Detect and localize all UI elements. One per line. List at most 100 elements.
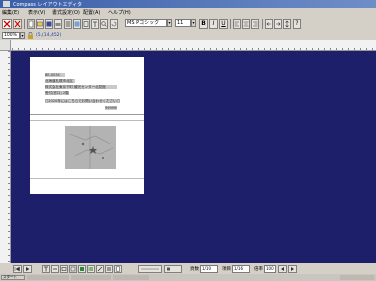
page-tool-button[interactable] [114,265,122,273]
grid-icon [65,21,71,27]
bold-button[interactable]: B [199,19,208,29]
item-field[interactable]: 1/16 [232,265,250,273]
window-title: Compass レイアウトエディタ [13,2,83,8]
align-left-icon [234,21,239,27]
zoom-button[interactable] [100,19,108,29]
text-button[interactable] [91,19,99,29]
barcode-tool-button[interactable] [87,265,95,273]
arrow-left-icon [281,267,284,271]
system-tray [340,275,374,280]
zoom-label: 倍率 [254,267,263,272]
doc-text-line[interactable]: 受付(窓口) 2階 [45,91,69,95]
new-button[interactable] [27,19,35,29]
table-button[interactable] [64,19,72,29]
page-field[interactable]: 1/10 [200,265,218,273]
font-name-select[interactable]: MS Pゴシック [125,19,167,27]
map-image[interactable] [65,126,116,169]
secondary-toolbar: 100% ▾ (5,(14,452) [0,31,376,40]
rotate-button[interactable] [110,19,118,29]
lock-icon [27,32,34,39]
doc-text-line[interactable]: 9999999 [105,106,117,110]
apply-icon [167,267,170,271]
grid-icon [107,267,111,271]
align-right-icon [253,21,258,27]
font-dropdown-arrow[interactable]: ▾ [167,19,172,27]
first-page-button[interactable] [13,265,22,273]
indent-button[interactable] [265,19,273,29]
line-spacing-button[interactable] [283,19,291,29]
new-doc-icon [28,20,34,28]
menu-help[interactable]: ヘルプ(H) [108,9,131,16]
arrow-right-icon [276,22,281,26]
page-icon [116,266,120,272]
text-tool-button[interactable] [42,265,50,273]
page-divider [30,114,144,115]
doc-text-line[interactable]: 北海道札幌市北区 [45,79,75,83]
doc-text-line[interactable]: 株式会社東京下町 観光センター北見館 [45,85,117,89]
prev-button[interactable] [278,265,287,273]
image-button[interactable] [73,19,81,29]
barcode-icon [88,267,93,271]
close-doc-button[interactable] [2,19,12,29]
text-icon [93,21,97,27]
first-page-icon [14,266,20,272]
taskbar-item[interactable] [27,275,69,280]
align-center-icon [243,21,249,27]
folder-icon [37,21,43,27]
menu-view[interactable]: 表示(V) [28,9,45,16]
close-icon [3,20,11,28]
size-dropdown-arrow[interactable]: ▾ [191,19,196,27]
zoom-input[interactable]: 100% [2,32,20,39]
start-button[interactable]: スタート [1,275,25,280]
taskbar-item[interactable] [71,275,111,280]
frame-icon [70,266,76,272]
play-icon [26,267,30,271]
menu-bar: 編集(E) 表示(V) 書式設定(O) 配置(A) ヘルプ(H) [0,8,376,16]
option-button[interactable] [138,265,162,273]
arrow-right-icon [291,267,294,271]
next-button[interactable] [288,265,297,273]
frame-tool-button[interactable] [69,265,77,273]
coordinate-readout: (5,(14,452) [36,33,62,38]
italic-button[interactable]: I [209,19,218,29]
option-icon [141,268,159,270]
menu-edit[interactable]: 編集(E) [2,9,19,16]
open-button[interactable] [36,19,44,29]
help-button[interactable]: ? [293,19,301,29]
printer-icon [55,23,61,26]
align-right-button[interactable] [251,19,259,29]
vertical-ruler[interactable] [0,51,11,263]
draw-tool-button[interactable] [96,265,104,273]
cut-button[interactable] [13,19,22,29]
line-tool-button[interactable] [51,265,59,273]
zoom-field[interactable]: 100 [264,265,276,273]
image-tool-button[interactable] [78,265,86,273]
app-icon [3,1,10,7]
apply-button[interactable] [164,265,182,273]
frame-icon [83,21,89,27]
horizontal-ruler[interactable] [0,40,376,51]
rect-tool-button[interactable] [60,265,68,273]
underline-button[interactable]: U [219,19,228,29]
zoom-dropdown-arrow[interactable]: ▾ [20,32,25,39]
font-size-select[interactable]: 11 [175,19,191,27]
toolbar-separator [230,19,231,29]
taskbar-item[interactable] [113,275,149,280]
outdent-button[interactable] [274,19,282,29]
grid-tool-button[interactable] [105,265,113,273]
next-page-button[interactable] [23,265,32,273]
align-left-button[interactable] [233,19,241,29]
item-label: 項目 [222,267,231,272]
toolbar-separator [24,19,25,29]
save-button[interactable] [45,19,53,29]
arrow-left-icon [266,22,271,26]
align-center-button[interactable] [242,19,250,29]
print-button[interactable] [54,19,62,29]
frame-button[interactable] [82,19,90,29]
menu-arrange[interactable]: 配置(A) [83,9,100,16]
menu-format[interactable]: 書式設定(O) [52,9,80,16]
map-icon [65,126,116,169]
doc-text-line[interactable]: BE-0034 [45,73,65,77]
image-icon [74,21,80,27]
doc-text-line[interactable]: □2020年にはこちらでお問い合わせください□ [45,99,120,103]
